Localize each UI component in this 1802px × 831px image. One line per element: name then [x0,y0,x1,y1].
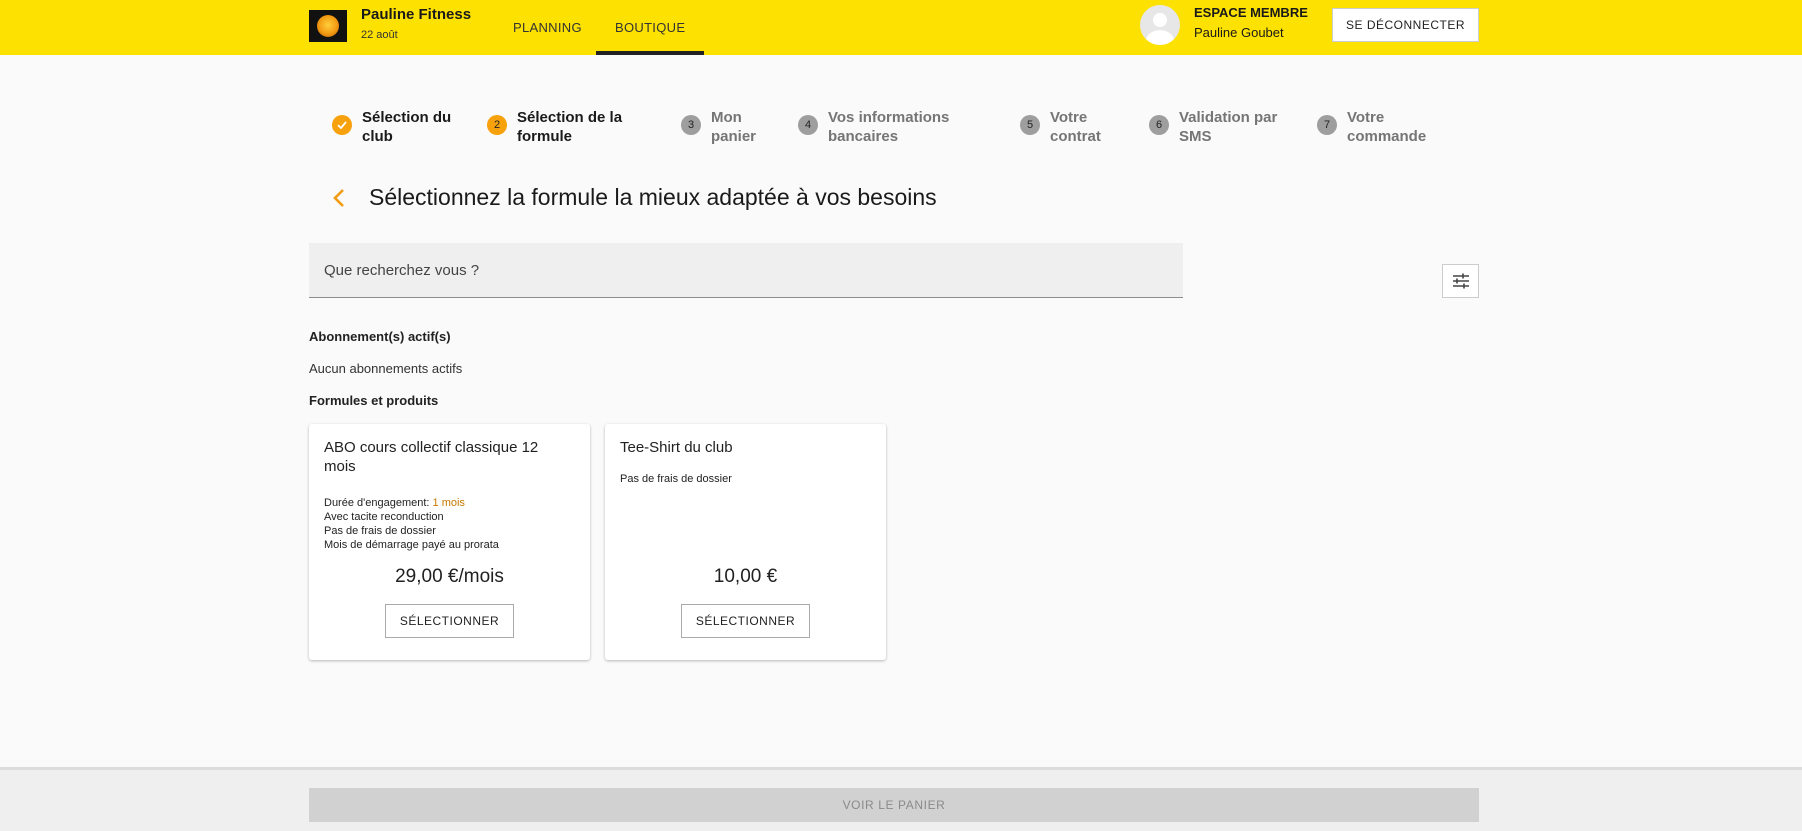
product-card: Tee-Shirt du club Pas de frais de dossie… [605,424,886,660]
user-icon-body [1146,30,1174,45]
step-number: 3 [681,115,701,135]
avatar[interactable] [1140,5,1180,45]
step-order: 7 Votre commande [1317,108,1447,146]
detail-line: Mois de démarrage payé au prorata [324,539,499,551]
brand-name: Pauline Fitness [361,6,472,23]
step-label: Votre contrat [1050,109,1101,145]
engagement-value: 1 mois [432,497,465,509]
nav-tab-planning[interactable]: PLANNING [494,0,601,55]
step-club-selection[interactable]: Sélection du club [332,108,472,146]
product-price: 10,00 € [713,566,778,587]
back-arrow-icon[interactable] [328,185,352,211]
member-name: Pauline Goubet [1194,25,1284,40]
product-price: 29,00 €/mois [395,566,504,587]
step-formula-selection: 2 Sélection de la formule [487,108,637,146]
tune-icon [1452,273,1469,289]
product-title: ABO cours collectif classique 12 mois [324,439,539,475]
step-label: Sélection de la formule [517,109,623,145]
logout-button[interactable]: SE DÉCONNECTER [1332,8,1479,42]
step-sms-validation: 6 Validation par SMS [1149,108,1289,146]
step-label: Votre commande [1347,109,1427,145]
step-cart: 3 Mon panier [681,108,781,146]
step-label: Validation par SMS [1179,109,1278,145]
active-subscriptions-title: Abonnement(s) actif(s) [309,329,451,344]
top-header: Pauline Fitness 22 août PLANNING BOUTIQU… [0,0,1802,55]
step-label: Mon panier [711,109,757,145]
products-section-title: Formules et produits [309,393,439,408]
step-number: 4 [798,115,818,135]
nav-tab-boutique[interactable]: BOUTIQUE [596,0,705,55]
step-number: 7 [1317,115,1337,135]
engagement-label: Durée d'engagement: [324,497,430,509]
club-logo[interactable] [309,10,347,42]
check-icon [332,115,352,135]
step-number: 6 [1149,115,1169,135]
product-details: Pas de frais de dossier [620,472,732,486]
view-cart-button[interactable]: VOIR LE PANIER [309,788,1479,822]
user-icon [1153,13,1167,27]
detail-line: Avec tacite reconduction [324,511,444,523]
product-title: Tee-Shirt du club [620,439,733,456]
detail-line: Pas de frais de dossier [324,525,436,537]
step-bank-info: 4 Vos informations bancaires [798,108,988,146]
select-button[interactable]: SÉLECTIONNER [681,604,810,638]
search-input[interactable] [309,243,1183,298]
lion-logo-icon [317,15,339,37]
member-space-label[interactable]: ESPACE MEMBRE [1194,5,1308,20]
no-active-subscriptions-text: Aucun abonnements actifs [309,361,463,376]
step-label: Sélection du club [362,109,452,145]
detail-line: Pas de frais de dossier [620,473,732,485]
footer-bar: VOIR LE PANIER [0,767,1802,831]
step-number: 2 [487,115,507,135]
page-title: Sélectionnez la formule la mieux adaptée… [369,184,937,210]
product-card: ABO cours collectif classique 12 mois Du… [309,424,590,660]
step-number: 5 [1020,115,1040,135]
select-button[interactable]: SÉLECTIONNER [385,604,514,638]
engagement-line: Durée d'engagement: 1 mois [324,496,499,510]
current-date: 22 août [361,29,398,41]
step-contract: 5 Votre contrat [1020,108,1130,146]
filter-button[interactable] [1442,264,1479,298]
step-label: Vos informations bancaires [828,109,950,145]
product-details: Durée d'engagement: 1 mois Avec tacite r… [324,496,499,552]
